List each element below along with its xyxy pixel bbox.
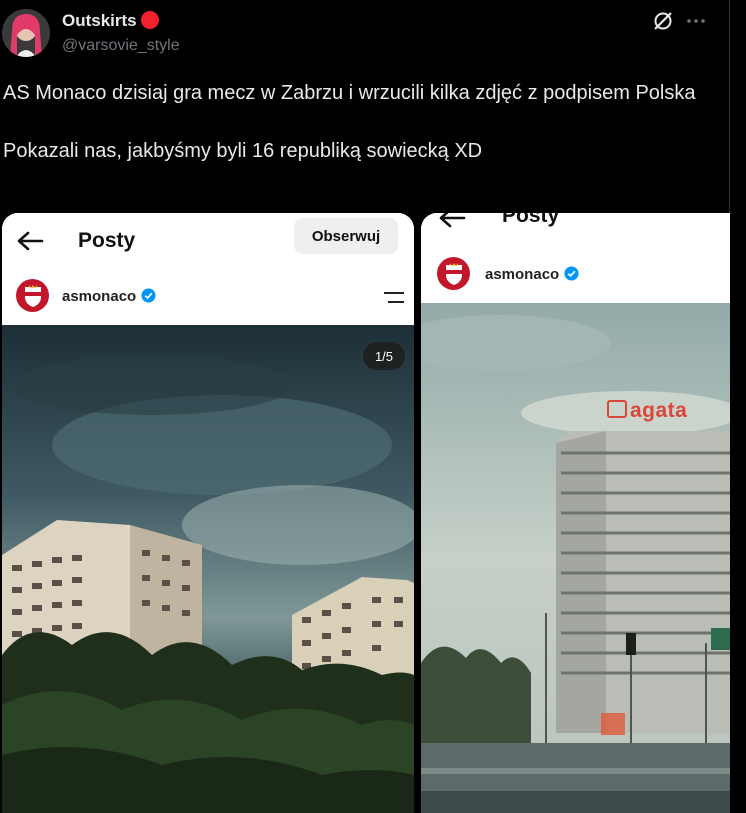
follow-button: Obserwuj xyxy=(294,218,398,254)
account-name: asmonaco xyxy=(485,266,560,283)
building-sign: agata xyxy=(607,399,687,423)
red-circle-badge-icon xyxy=(140,11,159,29)
back-arrow-icon xyxy=(16,230,44,257)
tweet-image-1[interactable]: Posty Obserwuj asmonaco 1/5 xyxy=(2,213,414,813)
building-sign-text: agata xyxy=(630,399,688,422)
author-handle[interactable]: @varsovie_style xyxy=(62,37,180,55)
tweet-image-2[interactable]: Posty asmonaco agata xyxy=(421,213,730,813)
more-icon[interactable] xyxy=(685,10,707,32)
scrollbar-rail xyxy=(729,0,746,803)
author-avatar[interactable] xyxy=(2,9,50,57)
photo-apartment-blocks xyxy=(2,325,414,813)
monaco-logo-icon xyxy=(16,279,49,312)
back-arrow-icon xyxy=(438,213,466,234)
monaco-logo-icon xyxy=(437,257,470,290)
tweet-text: AS Monaco dzisiaj gra mecz w Zabrzu i wr… xyxy=(3,82,696,162)
carousel-counter: 1/5 xyxy=(363,342,405,370)
page-title: Posty xyxy=(78,229,136,252)
photo-agata-tower: agata xyxy=(421,303,730,813)
account-name-row-2: asmonaco xyxy=(485,266,579,283)
account-name-row: asmonaco xyxy=(62,288,156,305)
verified-icon xyxy=(564,266,579,281)
agata-logo-icon xyxy=(607,400,627,418)
verified-icon xyxy=(141,288,156,303)
account-name: asmonaco xyxy=(62,288,137,305)
page-title-2: Posty xyxy=(502,213,560,227)
menu-lines-icon xyxy=(382,290,406,311)
author-name-row[interactable]: Outskirts xyxy=(62,11,159,31)
grok-icon[interactable] xyxy=(652,10,674,32)
instagram-header-2: Posty asmonaco xyxy=(421,213,730,303)
instagram-header: Posty Obserwuj asmonaco xyxy=(2,213,414,325)
author-name[interactable]: Outskirts xyxy=(62,11,137,30)
